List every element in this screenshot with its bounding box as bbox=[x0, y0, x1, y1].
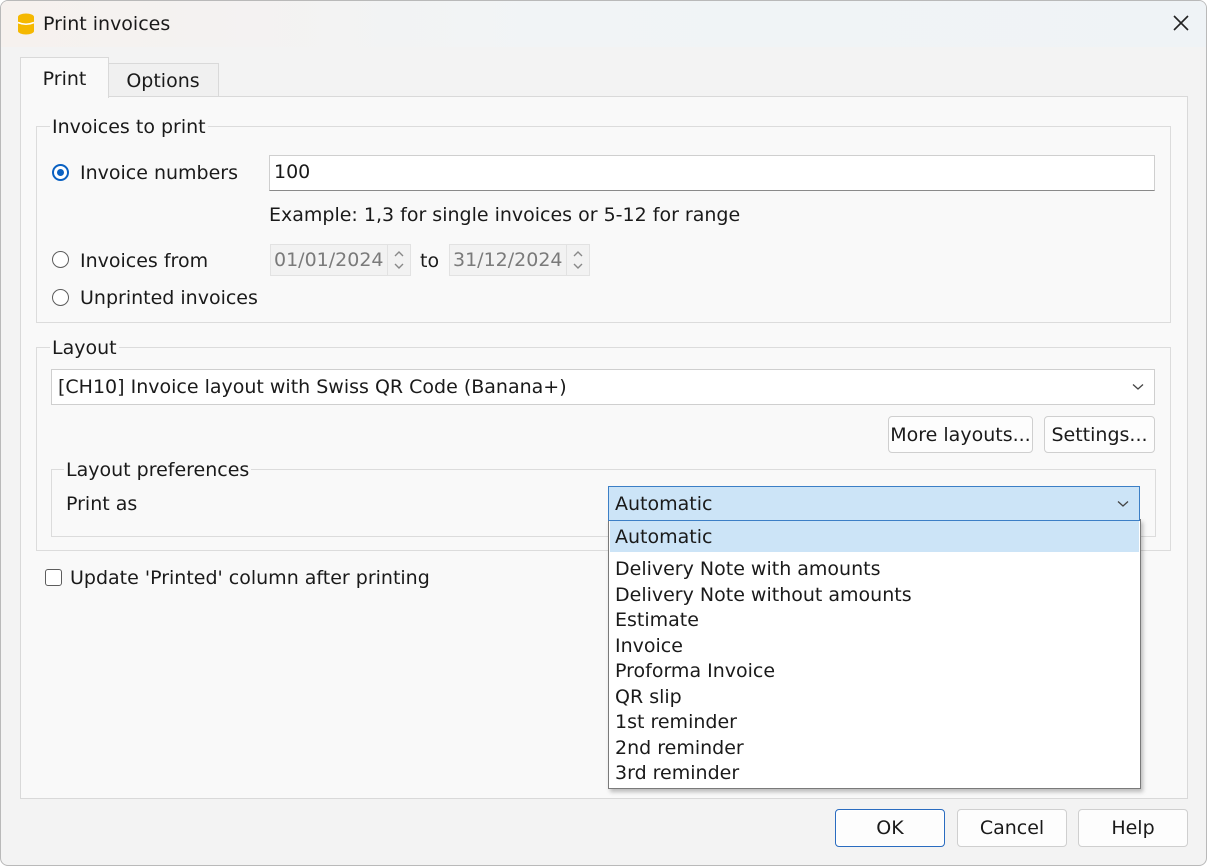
cancel-label: Cancel bbox=[979, 817, 1045, 839]
invoices-to-print-title: Invoices to print bbox=[50, 115, 208, 139]
settings-button[interactable]: Settings... bbox=[1044, 416, 1155, 453]
dropdown-option-2nd-reminder[interactable]: 2nd reminder bbox=[610, 736, 1139, 760]
invoices-from-label: Invoices from bbox=[80, 250, 209, 272]
invoice-numbers-value: 100 bbox=[274, 161, 311, 183]
update-printed-checkbox[interactable] bbox=[45, 569, 62, 586]
help-label: Help bbox=[1111, 817, 1155, 839]
update-printed-label: Update 'Printed' column after printing bbox=[70, 567, 430, 589]
print-invoices-dialog: Print invoices Print Options Invoices to… bbox=[0, 0, 1207, 866]
date-to-value: 31/12/2024 bbox=[453, 249, 563, 271]
invoices-from-radio[interactable] bbox=[52, 251, 69, 268]
tab-options-label: Options bbox=[126, 70, 200, 92]
dropdown-option-delivery-note-without-amounts[interactable]: Delivery Note without amounts bbox=[610, 583, 1139, 607]
layout-preferences-title: Layout preferences bbox=[64, 458, 252, 482]
date-from-field[interactable]: 01/01/2024 bbox=[270, 244, 411, 276]
invoice-numbers-radio[interactable] bbox=[52, 164, 69, 181]
dropdown-option-invoice[interactable]: Invoice bbox=[610, 634, 1139, 658]
dropdown-option-proforma-invoice[interactable]: Proforma Invoice bbox=[610, 659, 1139, 683]
chevron-down-icon bbox=[1132, 384, 1144, 390]
dropdown-option-3rd-reminder[interactable]: 3rd reminder bbox=[610, 761, 1139, 785]
to-label: to bbox=[420, 250, 440, 272]
print-as-select[interactable]: Automatic bbox=[608, 486, 1140, 521]
spin-up-icon bbox=[394, 251, 404, 257]
layout-select[interactable]: [CH10] Invoice layout with Swiss QR Code… bbox=[51, 369, 1155, 405]
help-button[interactable]: Help bbox=[1078, 809, 1188, 847]
layout-select-value: [CH10] Invoice layout with Swiss QR Code… bbox=[58, 376, 567, 398]
spin-down-icon bbox=[394, 263, 404, 269]
dropdown-option-1st-reminder[interactable]: 1st reminder bbox=[610, 710, 1139, 734]
date-from-spinner[interactable] bbox=[387, 245, 410, 275]
settings-label: Settings... bbox=[1051, 424, 1148, 446]
spin-down-icon bbox=[573, 263, 583, 269]
close-button[interactable] bbox=[1156, 1, 1206, 47]
date-to-field[interactable]: 31/12/2024 bbox=[449, 244, 590, 276]
ok-label: OK bbox=[876, 817, 904, 839]
unprinted-invoices-radio[interactable] bbox=[52, 289, 69, 306]
date-from-value: 01/01/2024 bbox=[274, 249, 384, 271]
tab-print-label: Print bbox=[42, 68, 87, 90]
dropdown-option-qr-slip[interactable]: QR slip bbox=[610, 685, 1139, 709]
date-to-spinner[interactable] bbox=[566, 245, 589, 275]
window-title: Print invoices bbox=[43, 13, 171, 35]
layout-title: Layout bbox=[50, 336, 119, 360]
banana-app-icon bbox=[17, 13, 35, 35]
invoice-numbers-input[interactable]: 100 bbox=[269, 155, 1155, 191]
dropdown-option-automatic[interactable]: Automatic bbox=[610, 521, 1139, 552]
cancel-button[interactable]: Cancel bbox=[957, 809, 1067, 847]
example-hint: Example: 1,3 for single invoices or 5-12… bbox=[269, 204, 741, 226]
spin-up-icon bbox=[573, 251, 583, 257]
more-layouts-button[interactable]: More layouts... bbox=[888, 416, 1033, 453]
print-as-value: Automatic bbox=[615, 493, 713, 515]
unprinted-invoices-label: Unprinted invoices bbox=[80, 287, 258, 309]
more-layouts-label: More layouts... bbox=[890, 424, 1031, 446]
ok-button[interactable]: OK bbox=[835, 809, 945, 847]
print-as-label: Print as bbox=[66, 493, 138, 515]
print-as-dropdown-list: Automatic Delivery Note with amounts Del… bbox=[608, 519, 1141, 789]
close-icon bbox=[1173, 15, 1189, 31]
tab-print[interactable]: Print bbox=[20, 57, 109, 98]
invoice-numbers-label: Invoice numbers bbox=[80, 162, 239, 184]
chevron-down-icon bbox=[1117, 501, 1129, 507]
title-bar: Print invoices bbox=[1, 1, 1206, 47]
tab-options[interactable]: Options bbox=[107, 63, 219, 97]
dropdown-option-estimate[interactable]: Estimate bbox=[610, 608, 1139, 632]
dropdown-option-delivery-note-with-amounts[interactable]: Delivery Note with amounts bbox=[610, 557, 1139, 581]
